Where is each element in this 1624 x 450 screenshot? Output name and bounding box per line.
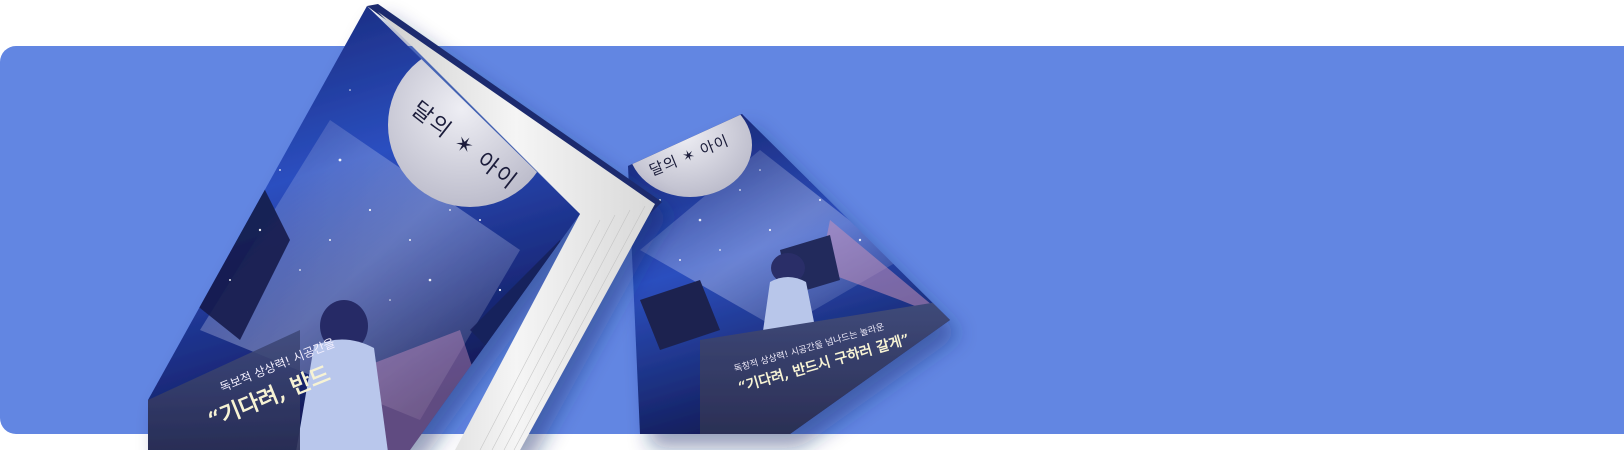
large-book[interactable]: 달의 ✶ 아이 독보적 상상력! 시공간을 “기다려, 반드 [148, 4, 662, 450]
page: 달의 ✶ 아이 독창적 상상력! 시공간을 넘나드는 놀라운 “기다려, 반드시… [0, 0, 1624, 450]
book-scene: 달의 ✶ 아이 독창적 상상력! 시공간을 넘나드는 놀라운 “기다려, 반드시… [148, 4, 950, 450]
small-book[interactable]: 달의 ✶ 아이 독창적 상상력! 시공간을 넘나드는 놀라운 “기다려, 반드시… [628, 93, 950, 434]
